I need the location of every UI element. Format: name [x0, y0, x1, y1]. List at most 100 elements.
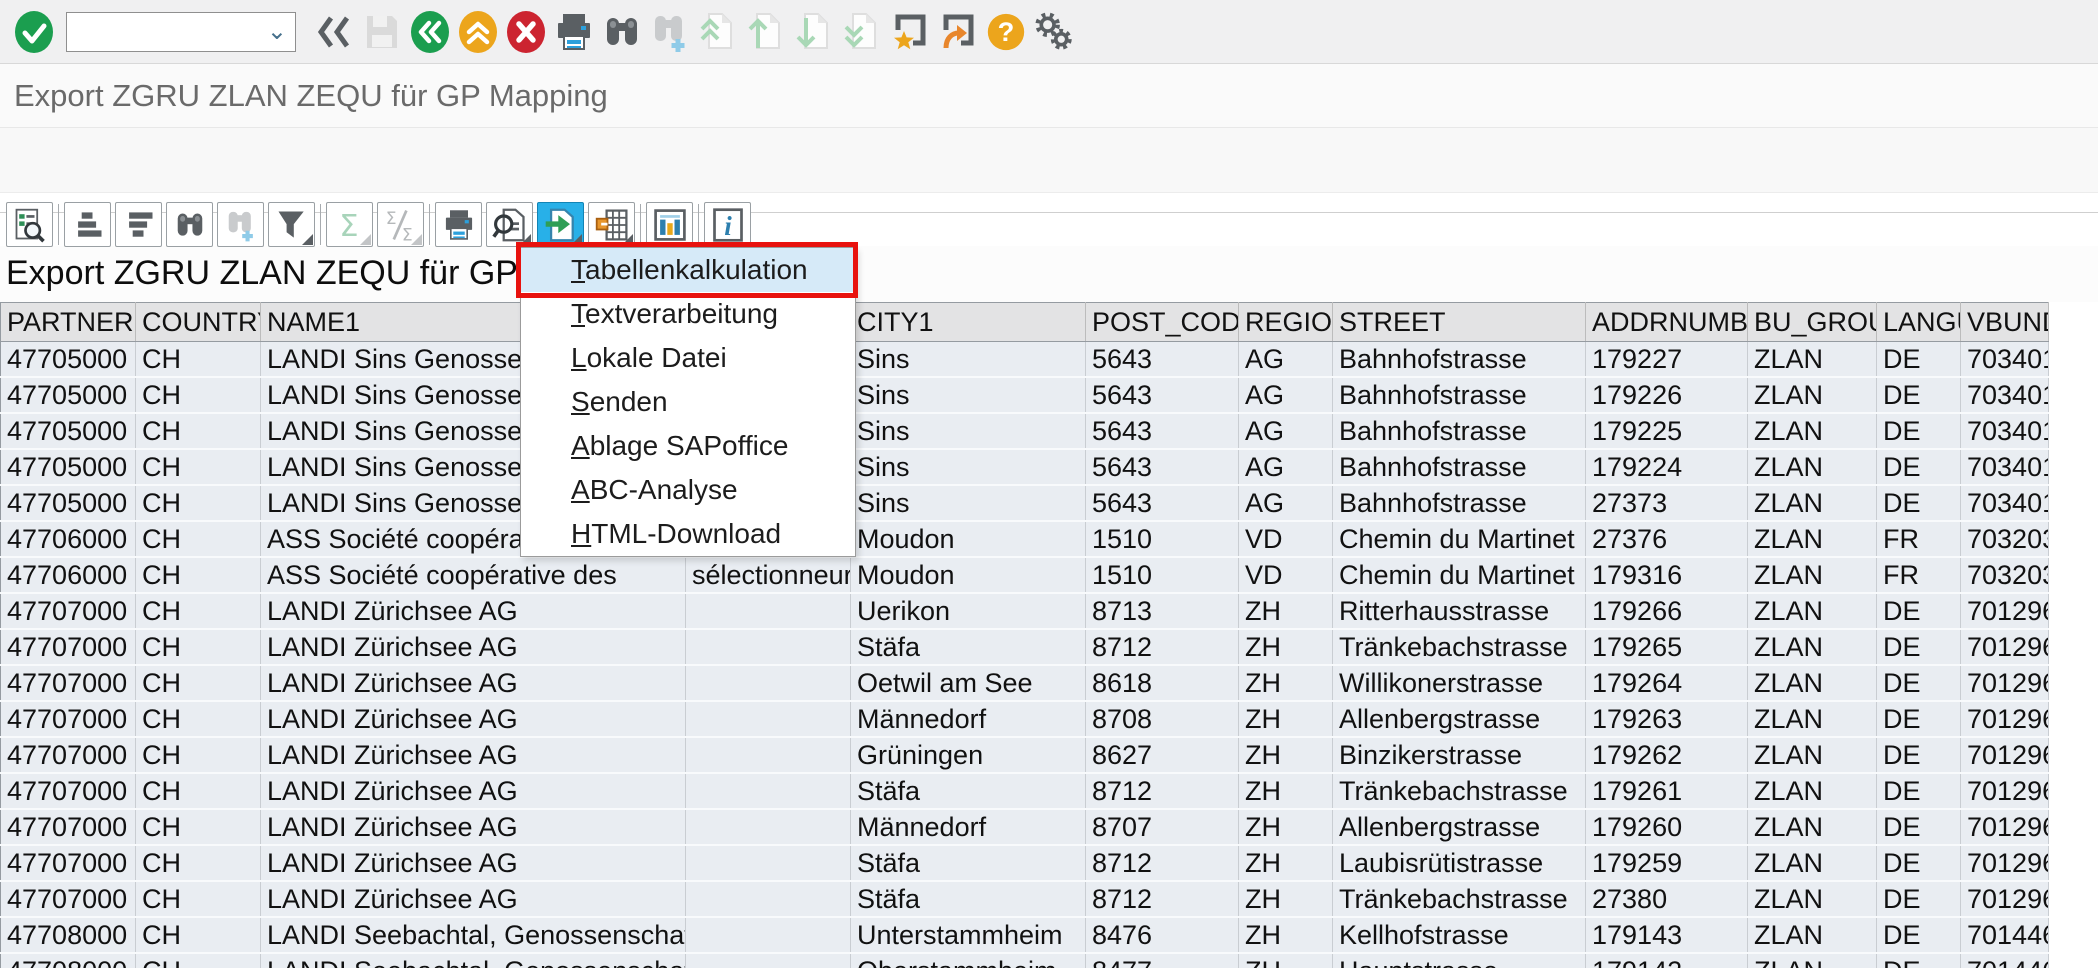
cell-vbund[interactable]: 703401	[1961, 449, 2049, 485]
cell-region[interactable]: VD	[1239, 557, 1333, 593]
cell-region[interactable]: ZH	[1239, 737, 1333, 773]
cell-vbund[interactable]: 701446	[1961, 953, 2049, 968]
cell-region[interactable]: AG	[1239, 377, 1333, 413]
cell-partner[interactable]: 47707000	[1, 665, 136, 701]
menu-item-abc-analyse[interactable]: ABC-Analyse	[521, 468, 855, 512]
column-header-city1[interactable]: CITY1	[851, 303, 1086, 342]
cell-region[interactable]: ZH	[1239, 917, 1333, 953]
cell-vbund[interactable]: 701296	[1961, 701, 2049, 737]
cell-city1[interactable]: Sins	[851, 449, 1086, 485]
print-preview-icon[interactable]	[486, 202, 533, 247]
cell-city1[interactable]: Moudon	[851, 521, 1086, 557]
cell-addrnumber[interactable]: 179143	[1586, 917, 1748, 953]
collapse-toolbar-icon[interactable]	[310, 6, 358, 58]
cell-country[interactable]: CH	[136, 377, 261, 413]
cell-city1[interactable]: Oetwil am See	[851, 665, 1086, 701]
cell-vbund[interactable]: 701296	[1961, 881, 2049, 917]
cell-street[interactable]: Bahnhofstrasse	[1333, 377, 1586, 413]
cell-street[interactable]: Bahnhofstrasse	[1333, 413, 1586, 449]
cell-partner[interactable]: 47708000	[1, 953, 136, 968]
cell-city1[interactable]: Sins	[851, 413, 1086, 449]
cell-bu_group[interactable]: ZLAN	[1748, 701, 1877, 737]
cell-name1[interactable]: LANDI Seebachtal, Genossenschaft	[261, 953, 686, 968]
cell-country[interactable]: CH	[136, 629, 261, 665]
cell-post_code1[interactable]: 5643	[1086, 449, 1239, 485]
column-header-street[interactable]: STREET	[1333, 303, 1586, 342]
cell-langu[interactable]: FR	[1877, 521, 1961, 557]
new-session-icon[interactable]	[934, 6, 982, 58]
cell-street[interactable]: Chemin du Martinet	[1333, 557, 1586, 593]
cell-region[interactable]: ZH	[1239, 773, 1333, 809]
cell-region[interactable]: ZH	[1239, 593, 1333, 629]
cell-country[interactable]: CH	[136, 809, 261, 845]
cell-country[interactable]: CH	[136, 413, 261, 449]
cell-region[interactable]: VD	[1239, 521, 1333, 557]
menu-item-senden[interactable]: Senden	[521, 380, 855, 424]
cell-bu_group[interactable]: ZLAN	[1748, 413, 1877, 449]
cell-region[interactable]: ZH	[1239, 665, 1333, 701]
cell-region[interactable]: AG	[1239, 342, 1333, 378]
cell-city1[interactable]: Unterstammheim	[851, 917, 1086, 953]
cell-street[interactable]: Ritterhausstrasse	[1333, 593, 1586, 629]
sort-descending-icon[interactable]	[115, 202, 162, 247]
cell-region[interactable]: AG	[1239, 485, 1333, 521]
column-header-country[interactable]: COUNTRY	[136, 303, 261, 342]
menu-item-html-download[interactable]: HTML-Download	[521, 512, 855, 556]
cell-langu[interactable]: DE	[1877, 629, 1961, 665]
find-icon[interactable]	[598, 6, 646, 58]
cell-langu[interactable]: DE	[1877, 845, 1961, 881]
cell-partner[interactable]: 47705000	[1, 485, 136, 521]
cell-name1[interactable]: LANDI Zürichsee AG	[261, 881, 686, 917]
cell-name1[interactable]: LANDI Zürichsee AG	[261, 737, 686, 773]
cell-bu_group[interactable]: ZLAN	[1748, 845, 1877, 881]
cell-addrnumber[interactable]: 179259	[1586, 845, 1748, 881]
cell-vbund[interactable]: 701296	[1961, 845, 2049, 881]
cell-addrnumber[interactable]: 179260	[1586, 809, 1748, 845]
cell-bu_group[interactable]: ZLAN	[1748, 737, 1877, 773]
cell-region[interactable]: ZH	[1239, 629, 1333, 665]
cell-addrnumber[interactable]: 27380	[1586, 881, 1748, 917]
cell-name2[interactable]	[686, 845, 851, 881]
cell-addrnumber[interactable]: 179262	[1586, 737, 1748, 773]
cell-addrnumber[interactable]: 179224	[1586, 449, 1748, 485]
column-header-bu_group[interactable]: BU_GROUP	[1748, 303, 1877, 342]
cell-bu_group[interactable]: ZLAN	[1748, 485, 1877, 521]
command-field[interactable]	[71, 16, 263, 48]
cell-langu[interactable]: DE	[1877, 809, 1961, 845]
filter-icon[interactable]	[268, 202, 315, 247]
cell-langu[interactable]: FR	[1877, 557, 1961, 593]
cell-addrnumber[interactable]: 179266	[1586, 593, 1748, 629]
cell-name1[interactable]: LANDI Zürichsee AG	[261, 809, 686, 845]
cell-vbund[interactable]: 701446	[1961, 917, 2049, 953]
cell-bu_group[interactable]: ZLAN	[1748, 953, 1877, 968]
cell-vbund[interactable]: 701296	[1961, 737, 2049, 773]
cell-bu_group[interactable]: ZLAN	[1748, 917, 1877, 953]
cell-street[interactable]: Chemin du Martinet	[1333, 521, 1586, 557]
cell-post_code1[interactable]: 5643	[1086, 377, 1239, 413]
column-header-vbund[interactable]: VBUND	[1961, 303, 2049, 342]
cell-vbund[interactable]: 703401	[1961, 485, 2049, 521]
cell-langu[interactable]: DE	[1877, 701, 1961, 737]
cell-bu_group[interactable]: ZLAN	[1748, 342, 1877, 378]
cell-langu[interactable]: DE	[1877, 881, 1961, 917]
cell-bu_group[interactable]: ZLAN	[1748, 377, 1877, 413]
cell-city1[interactable]: Moudon	[851, 557, 1086, 593]
column-header-partner[interactable]: PARTNER	[1, 303, 136, 342]
choose-layout-icon[interactable]	[588, 202, 635, 247]
cell-post_code1[interactable]: 8627	[1086, 737, 1239, 773]
cell-post_code1[interactable]: 8707	[1086, 809, 1239, 845]
cell-name2[interactable]	[686, 737, 851, 773]
cell-bu_group[interactable]: ZLAN	[1748, 809, 1877, 845]
find-icon[interactable]	[166, 202, 213, 247]
continue-icon[interactable]	[10, 6, 58, 58]
menu-item-ablage-sapoffice[interactable]: Ablage SAPoffice	[521, 424, 855, 468]
cell-partner[interactable]: 47707000	[1, 629, 136, 665]
cell-addrnumber[interactable]: 179264	[1586, 665, 1748, 701]
cell-post_code1[interactable]: 8712	[1086, 845, 1239, 881]
export-icon[interactable]	[537, 202, 584, 247]
cell-addrnumber[interactable]: 179316	[1586, 557, 1748, 593]
cell-name1[interactable]: LANDI Zürichsee AG	[261, 845, 686, 881]
cell-name2[interactable]	[686, 593, 851, 629]
cell-city1[interactable]: Stäfa	[851, 881, 1086, 917]
cell-country[interactable]: CH	[136, 521, 261, 557]
